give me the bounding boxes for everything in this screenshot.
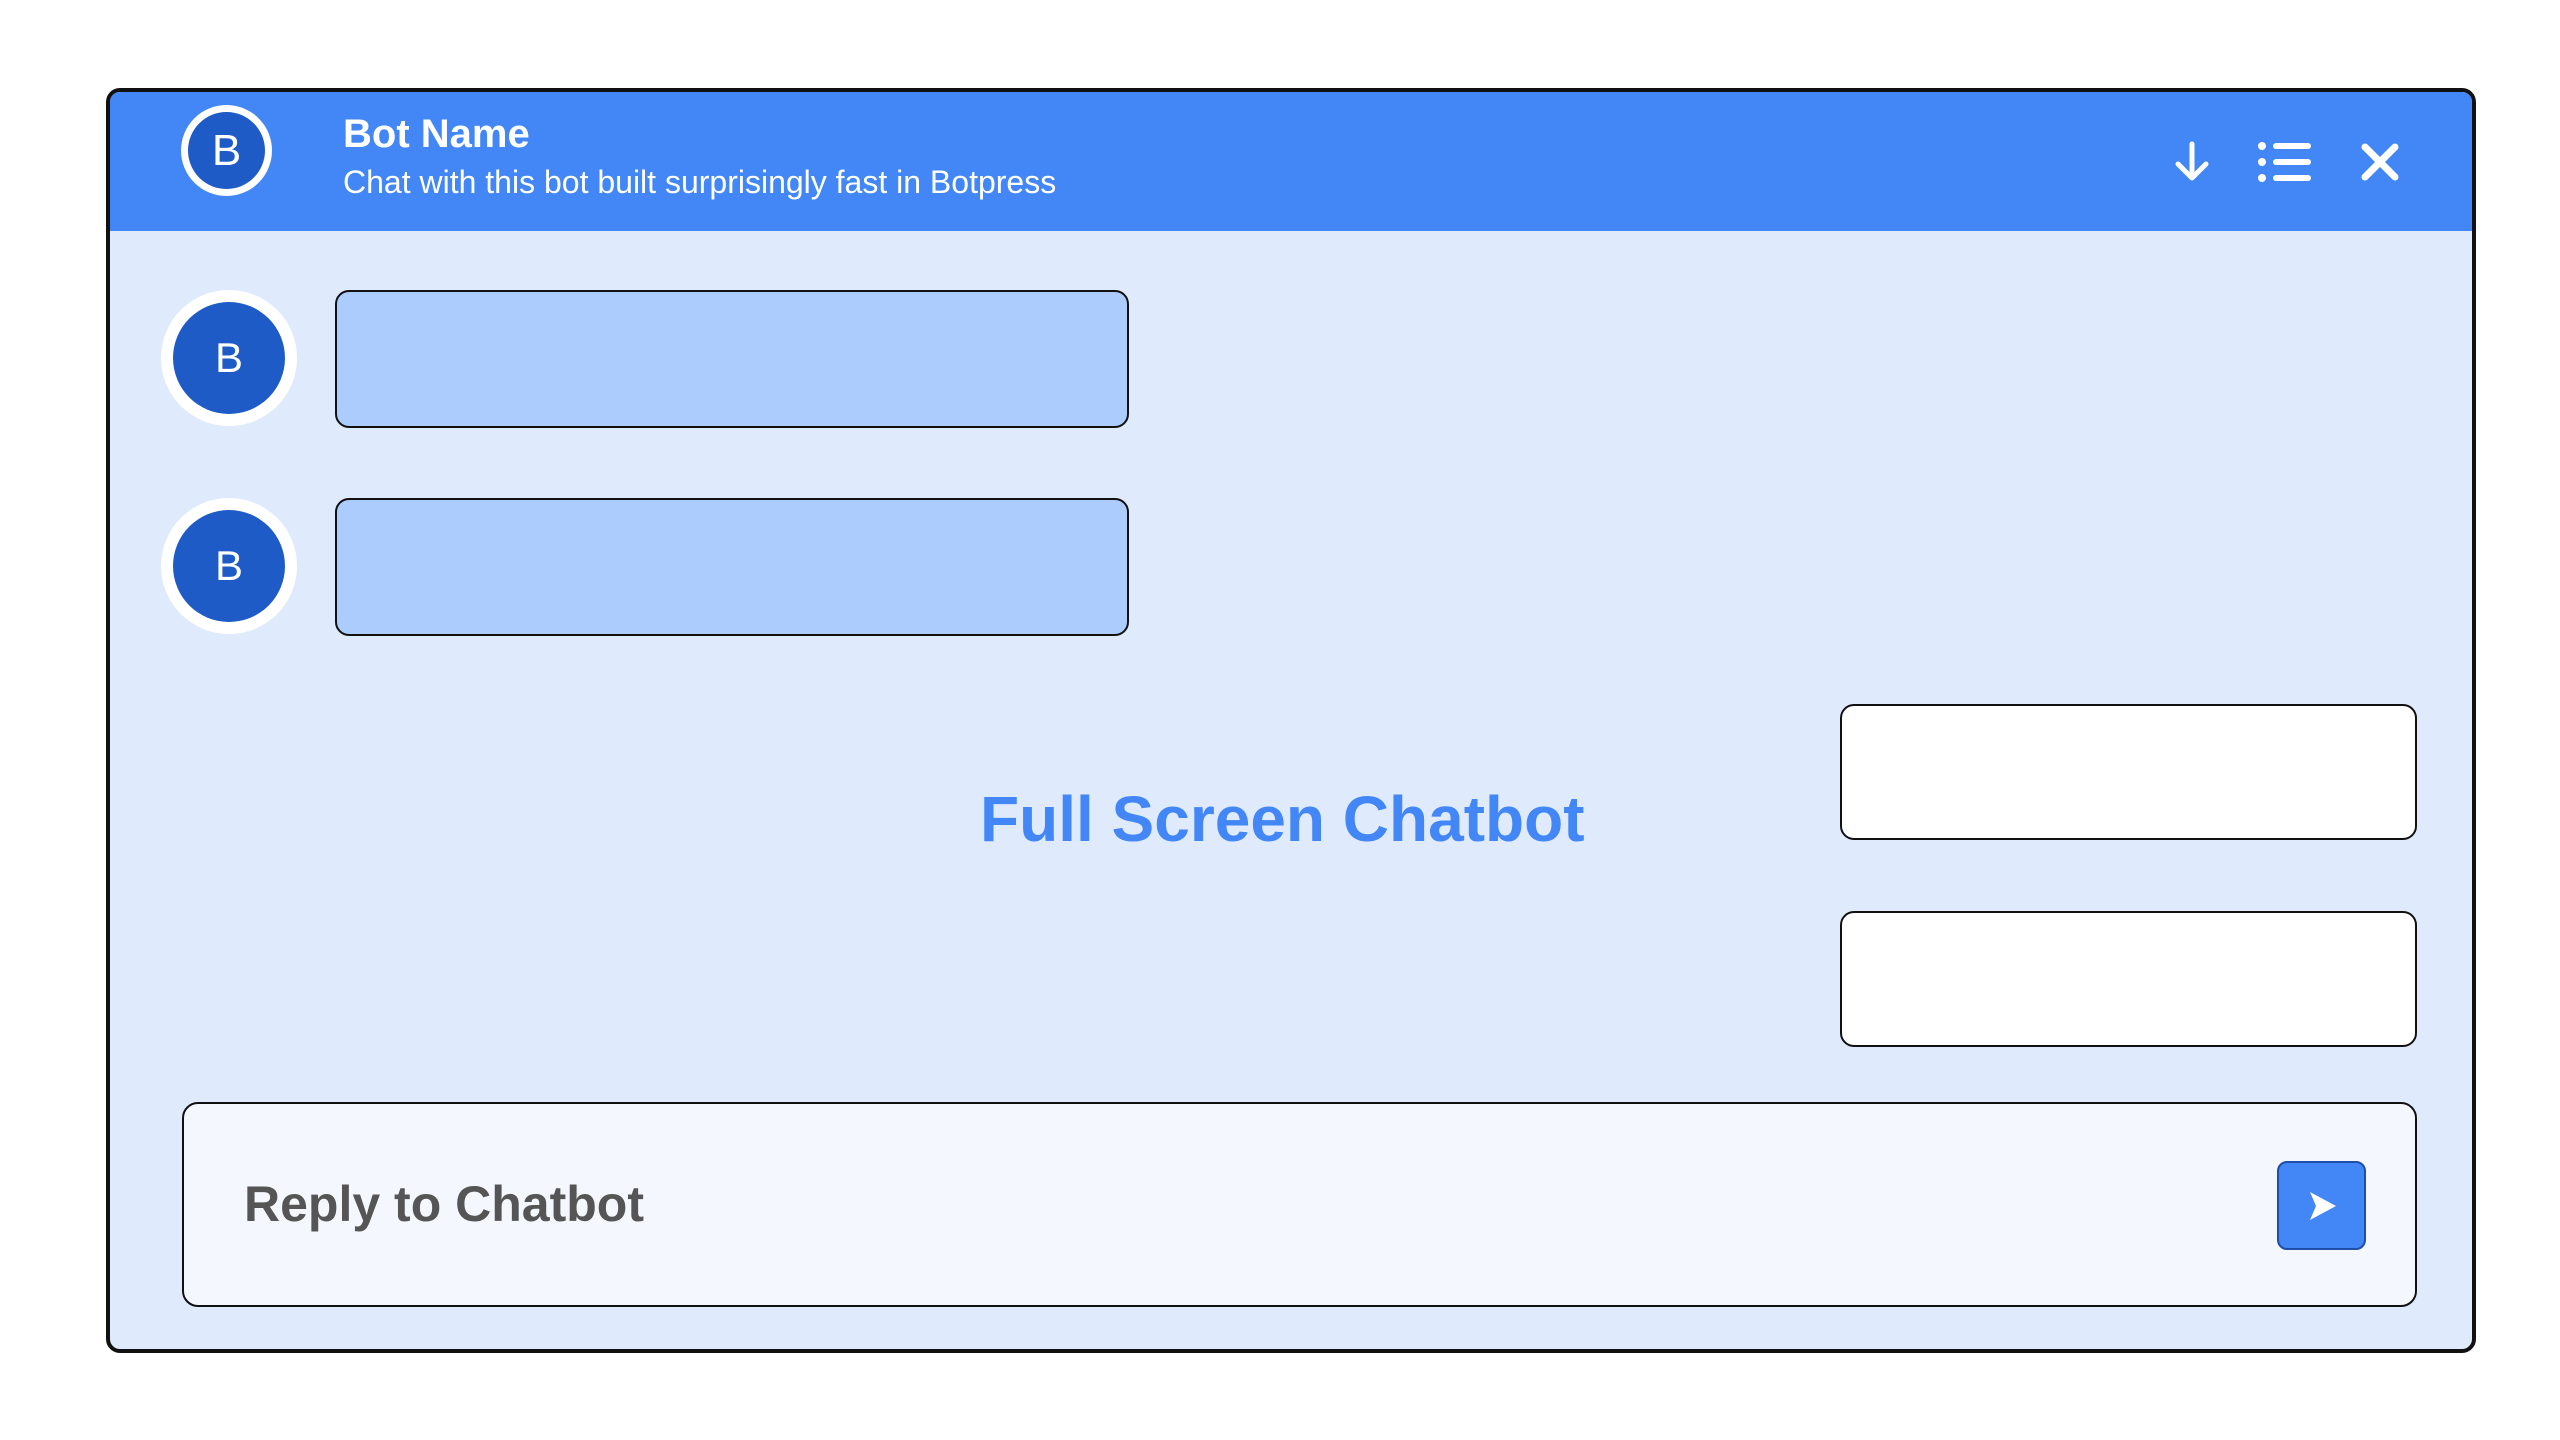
chat-window: B Bot Name Chat with this bot built surp… — [106, 88, 2476, 1353]
message-avatar: B — [161, 498, 297, 634]
send-button[interactable] — [2277, 1161, 2366, 1250]
message-avatar-letter: B — [173, 302, 285, 414]
list-icon — [2258, 142, 2311, 182]
bot-message-bubble — [335, 290, 1129, 428]
chat-header: B Bot Name Chat with this bot built surp… — [110, 92, 2472, 231]
bot-avatar: B — [181, 105, 272, 196]
download-button[interactable] — [2162, 132, 2222, 192]
bot-name: Bot Name — [343, 112, 530, 156]
user-message-bubble — [1840, 704, 2417, 840]
message-avatar: B — [161, 290, 297, 426]
page-title: Full Screen Chatbot — [980, 783, 1585, 855]
bot-subtitle: Chat with this bot built surprisingly fa… — [343, 164, 1057, 200]
message-composer — [182, 1102, 2417, 1307]
close-button[interactable] — [2350, 132, 2410, 192]
user-message-bubble — [1840, 911, 2417, 1047]
reply-input[interactable] — [244, 1164, 2144, 1244]
bot-avatar-letter: B — [188, 112, 265, 189]
message-avatar-letter: B — [173, 510, 285, 622]
close-icon — [2361, 143, 2399, 181]
send-icon — [2309, 1191, 2336, 1220]
bot-message-bubble — [335, 498, 1129, 636]
menu-button[interactable] — [2255, 132, 2315, 192]
download-icon — [2175, 141, 2209, 181]
